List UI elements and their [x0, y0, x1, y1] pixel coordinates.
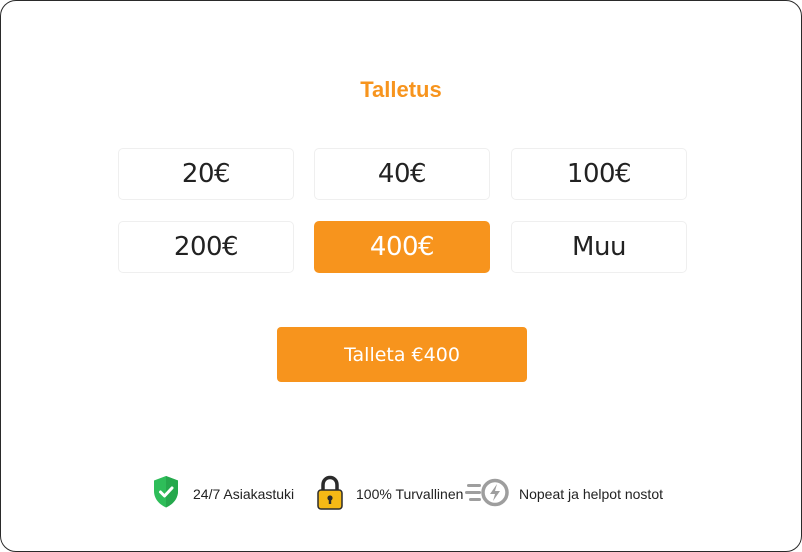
- amount-option-40[interactable]: 40€: [314, 148, 490, 200]
- amount-option-100[interactable]: 100€: [511, 148, 687, 200]
- amount-option-other[interactable]: Muu: [511, 221, 687, 273]
- panel-title: Talletus: [360, 77, 442, 102]
- amount-option-400[interactable]: 400€: [314, 221, 490, 273]
- fast-payout-icon: [465, 475, 511, 516]
- amount-option-20[interactable]: 20€: [118, 148, 294, 200]
- amount-option-200[interactable]: 200€: [118, 221, 294, 273]
- deposit-panel: Talletus 20€ 40€ 100€ 200€ 400€ Muu Tall…: [0, 0, 802, 552]
- feature-label-support: 24/7 Asiakastuki: [193, 486, 295, 502]
- feature-strip: 24/7 Asiakastuki 100% Turvallinen Nopeat…: [1, 475, 801, 513]
- padlock-icon: [315, 475, 345, 516]
- feature-label-payouts: Nopeat ja helpot nostot: [519, 486, 663, 502]
- feature-label-security: 100% Turvallinen: [356, 486, 464, 502]
- shield-check-icon: [152, 475, 180, 514]
- deposit-button[interactable]: Talleta €400: [277, 327, 527, 382]
